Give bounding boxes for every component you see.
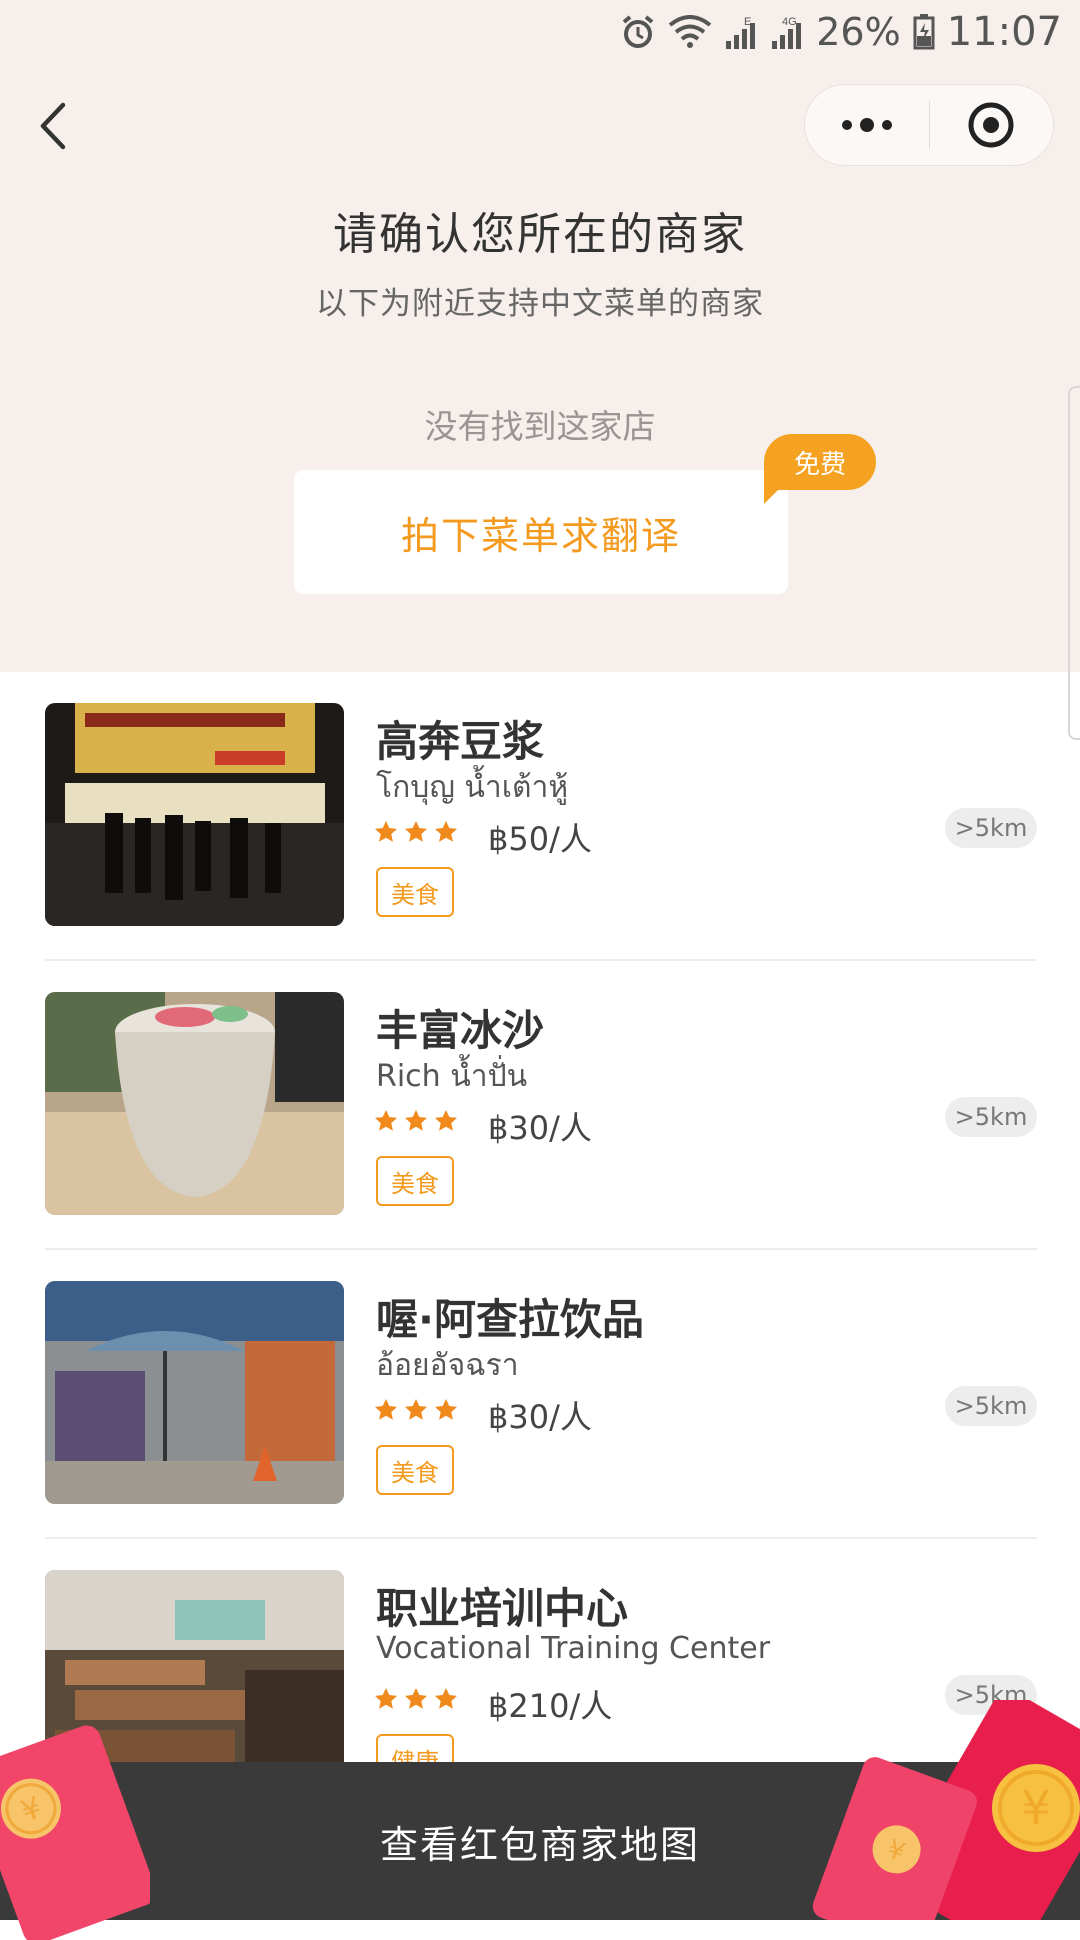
merchant-photo <box>45 992 344 1215</box>
page-subtitle: 以下为附近支持中文菜单的商家 <box>316 286 764 322</box>
star-icon <box>375 1110 397 1131</box>
alarm-icon <box>620 14 656 50</box>
signal-4g-label: 4G <box>782 16 797 28</box>
back-button[interactable] <box>30 96 74 156</box>
star-icon <box>405 1688 427 1709</box>
merchant-photo <box>45 703 344 926</box>
merchant-item[interactable]: 丰富冰沙 Rich น้ำปั่น ฿30/人 美食 >5km <box>45 961 1037 1250</box>
category-tag: 美食 <box>376 867 454 917</box>
distance-badge: >5km <box>945 1386 1037 1426</box>
merchant-local-name: Vocational Training Center <box>376 1631 771 1666</box>
rating-stars <box>374 1109 458 1133</box>
battery-icon <box>913 14 935 50</box>
rating-stars <box>374 1687 458 1711</box>
side-scroll-handle[interactable] <box>1068 386 1080 740</box>
merchant-price: ฿30/人 <box>488 1398 592 1436</box>
merchant-local-name: โกบุญ น้ำเต้าหู้ <box>376 770 569 805</box>
distance-badge: >5km <box>945 808 1037 848</box>
chevron-left-icon <box>40 102 66 150</box>
star-icon <box>435 1110 457 1131</box>
merchant-price: ฿210/人 <box>488 1687 613 1725</box>
star-icon <box>375 821 397 842</box>
merchant-local-name: อ้อยอัจฉรา <box>376 1348 519 1383</box>
merchant-name: 丰富冰沙 <box>376 1006 545 1055</box>
battery-percent: 26% <box>816 10 901 54</box>
photo-menu-translate-button[interactable]: 拍下菜单求翻译 <box>294 470 788 594</box>
star-icon <box>435 821 457 842</box>
merchant-local-name: Rich น้ำปั่น <box>376 1059 528 1094</box>
merchant-price: ฿50/人 <box>488 820 592 858</box>
svg-text:¥: ¥ <box>1021 1781 1050 1835</box>
star-icon <box>405 1110 427 1131</box>
rating-stars <box>374 1398 458 1422</box>
wifi-icon <box>668 15 712 49</box>
target-icon <box>968 102 1014 148</box>
category-tag: 美食 <box>376 1156 454 1206</box>
merchant-item[interactable]: 喔·阿查拉饮品 อ้อยอัจฉรา ฿30/人 美食 >5km <box>45 1250 1037 1539</box>
close-miniprogram-button[interactable] <box>930 85 1054 165</box>
star-icon <box>375 1399 397 1420</box>
more-button[interactable] <box>805 85 929 165</box>
signal-4g-icon: 4G <box>770 15 804 49</box>
free-badge: 免费 <box>764 434 876 504</box>
merchant-photo <box>45 1281 344 1504</box>
merchant-name: 高奔豆浆 <box>376 717 545 766</box>
rating-stars <box>374 820 458 844</box>
star-icon <box>435 1688 457 1709</box>
star-icon <box>435 1399 457 1420</box>
signal-e-icon: E <box>724 15 758 49</box>
distance-badge: >5km <box>945 1097 1037 1137</box>
red-envelope-icon: ¥ ¥ <box>812 1700 1080 1920</box>
category-tag: 美食 <box>376 1445 454 1495</box>
merchant-item[interactable]: 高奔豆浆 โกบุญ น้ำเต้าหู้ ฿50/人 美食 >5km <box>45 672 1037 961</box>
merchant-name: 喔·阿查拉饮品 <box>376 1295 644 1344</box>
merchant-name: 职业培训中心 <box>376 1584 629 1633</box>
mini-program-capsule <box>804 84 1054 166</box>
status-bar: E 4G 26% 11:07 <box>0 0 1080 64</box>
star-icon <box>405 821 427 842</box>
more-dots-icon <box>841 118 892 132</box>
star-icon <box>405 1399 427 1420</box>
red-envelope-icon: ¥ <box>0 1725 150 1940</box>
clock: 11:07 <box>946 9 1062 55</box>
not-found-label: 没有找到这家店 <box>424 407 656 446</box>
page-title: 请确认您所在的商家 <box>333 209 747 260</box>
star-icon <box>375 1688 397 1709</box>
merchant-price: ฿30/人 <box>488 1109 592 1147</box>
